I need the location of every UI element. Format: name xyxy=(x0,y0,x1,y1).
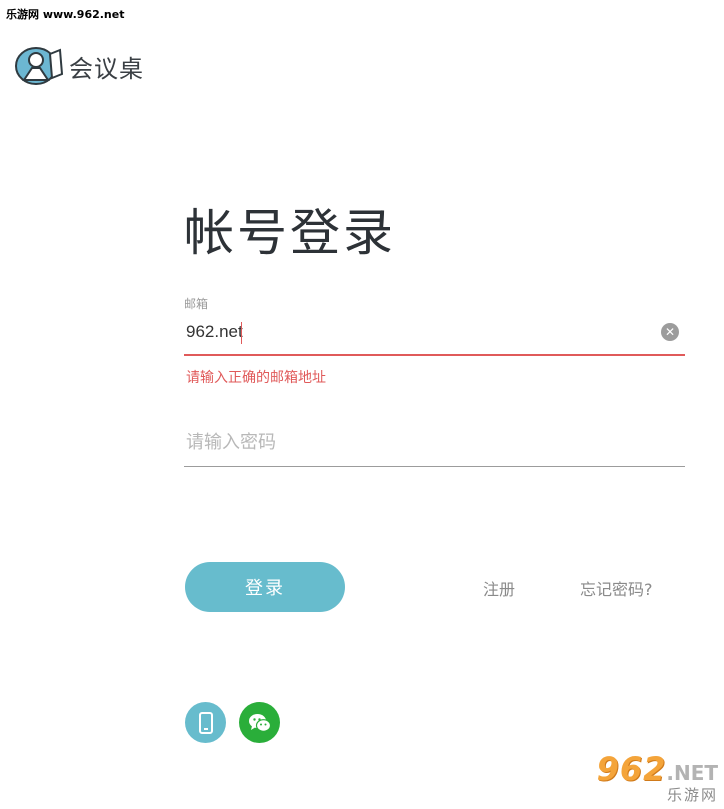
wechat-login-button[interactable] xyxy=(239,702,280,743)
wechat-icon xyxy=(248,713,271,732)
clear-icon[interactable]: ✕ xyxy=(661,323,679,341)
watermark-number: 962 xyxy=(596,750,667,788)
text-caret xyxy=(241,322,242,344)
app-logo: 会议桌 xyxy=(14,44,144,88)
email-field: ✕ xyxy=(184,316,685,356)
password-field xyxy=(184,427,685,467)
watermark-top-text: 乐游网 www.962.net xyxy=(6,8,125,21)
email-error-message: 请输入正确的邮箱地址 xyxy=(186,370,326,386)
forgot-password-link[interactable]: 忘记密码? xyxy=(580,576,653,600)
password-input[interactable] xyxy=(186,432,666,453)
email-label: 邮箱 xyxy=(184,297,209,311)
app-name: 会议桌 xyxy=(69,54,144,83)
watermark-brand: 962.NET 乐游网 xyxy=(597,750,718,805)
page-title: 帐号登录 xyxy=(184,204,396,262)
watermark-name: 乐游网 xyxy=(666,786,718,804)
email-input[interactable] xyxy=(186,322,646,342)
watermark-tld: .NET xyxy=(666,761,718,785)
phone-login-button[interactable] xyxy=(185,702,226,743)
login-button[interactable]: 登录 xyxy=(185,562,345,612)
phone-icon xyxy=(198,711,213,734)
logo-icon xyxy=(15,47,64,85)
register-link[interactable]: 注册 xyxy=(483,576,515,600)
